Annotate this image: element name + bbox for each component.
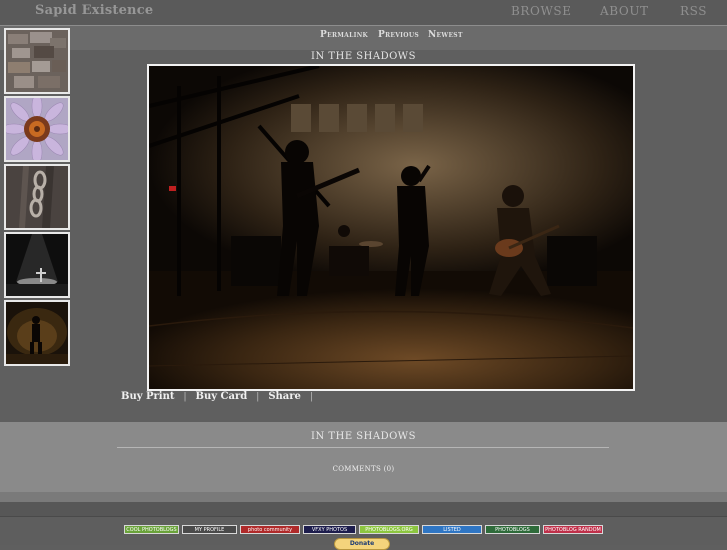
- nav-browse[interactable]: BROWSE: [511, 4, 572, 18]
- badge-listed[interactable]: LISTED: [422, 525, 482, 534]
- site-title[interactable]: Sapid Existence: [35, 3, 153, 18]
- badge-photo-community[interactable]: photo community: [240, 525, 300, 534]
- main-photo[interactable]: [147, 64, 635, 391]
- newest-link[interactable]: Newest: [428, 30, 463, 40]
- thumbnail-spotlit-stage[interactable]: [4, 232, 70, 298]
- thumbnail-brick-pile[interactable]: [4, 28, 70, 94]
- badge-photoblog-random[interactable]: PHOTOBLOG RANDOM: [543, 525, 603, 534]
- info-title: IN THE SHADOWS: [311, 431, 416, 442]
- photo-title: IN THE SHADOWS: [311, 51, 416, 62]
- badge-cool-photoblogs[interactable]: COOL PHOTOBLOGS: [124, 525, 179, 534]
- thumbnail-guitarist-silhouette[interactable]: [4, 300, 70, 366]
- nav-about[interactable]: ABOUT: [600, 4, 649, 18]
- permalink-link[interactable]: Permalink: [320, 30, 368, 40]
- donate-button[interactable]: Donate: [334, 538, 390, 550]
- nav-rss[interactable]: RSS: [680, 4, 707, 18]
- badge-vfxy-photos[interactable]: VFXY PHOTOS: [303, 525, 356, 534]
- buy-print-link[interactable]: Buy Print: [121, 391, 175, 402]
- comments-link[interactable]: COMMENTS (0): [0, 465, 727, 473]
- divider: [0, 502, 727, 517]
- divider: [117, 447, 609, 448]
- buy-card-link[interactable]: Buy Card: [196, 391, 248, 402]
- badge-photoblogs[interactable]: PHOTOBLOGS: [485, 525, 540, 534]
- previous-link[interactable]: Previous: [378, 30, 419, 40]
- badge-photoblogs-org[interactable]: PHOTOBLOGS.ORG: [359, 525, 419, 534]
- thumbnail-coneflower[interactable]: [4, 96, 70, 162]
- thumbnail-strip: [4, 28, 70, 368]
- divider: [0, 492, 727, 502]
- separator: |: [183, 392, 187, 402]
- photo-actions: Buy Print | Buy Card | Share |: [121, 391, 322, 402]
- badge-my-profile[interactable]: MY PROFILE: [182, 525, 237, 534]
- separator: |: [309, 392, 313, 402]
- share-link[interactable]: Share: [268, 391, 301, 402]
- separator: |: [256, 392, 260, 402]
- thumbnail-chain-on-wood[interactable]: [4, 164, 70, 230]
